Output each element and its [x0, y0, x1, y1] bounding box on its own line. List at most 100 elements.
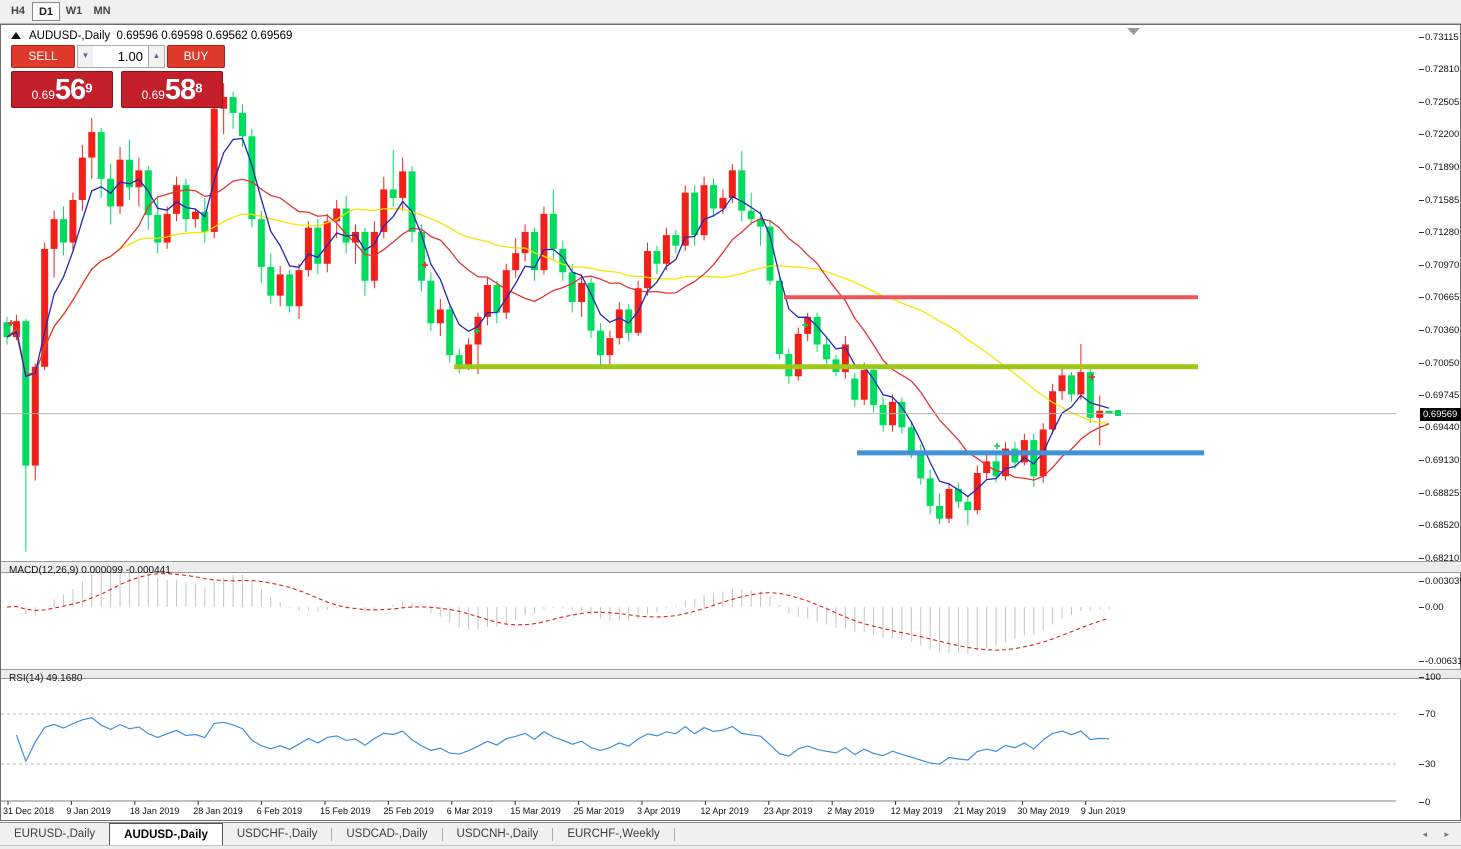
- candle-body: [211, 109, 218, 232]
- candle-body: [296, 270, 303, 306]
- candle-body: [748, 211, 755, 219]
- chart-tab-audusd[interactable]: AUDUSD-,Daily: [109, 823, 223, 846]
- candle-body: [550, 214, 557, 249]
- candle-body: [456, 355, 463, 365]
- candle-body: [597, 331, 604, 355]
- volume-decrease-icon[interactable]: ▼: [77, 45, 94, 68]
- date-axis-label: 6 Feb 2019: [257, 806, 303, 816]
- candle-body: [710, 185, 717, 208]
- date-axis-label: 31 Dec 2018: [3, 806, 54, 816]
- candle-body: [192, 212, 199, 219]
- price-axis-label: 0.71280: [1425, 227, 1459, 238]
- price-marker-icon: [1115, 410, 1121, 416]
- candle-body: [390, 189, 397, 197]
- chart-tab-eurusd[interactable]: EURUSD-,Daily: [0, 824, 109, 845]
- rsi-axis-label: 100: [1425, 672, 1441, 683]
- candle-body: [663, 235, 670, 264]
- candle-body: [164, 214, 171, 243]
- price-axis-label: 0.68210: [1425, 553, 1459, 564]
- candle-body: [823, 345, 830, 360]
- candle-body: [964, 502, 971, 510]
- candle-body: [653, 251, 660, 264]
- timeframe-button-h4[interactable]: H4: [4, 2, 32, 21]
- price-axis-label: 0.72505: [1425, 97, 1459, 108]
- candle-body: [606, 338, 613, 355]
- candle-body: [32, 367, 39, 466]
- one-click-trade-panel: SELL ▼ ▲ BUY 0.69569 0.69588: [11, 45, 225, 68]
- volume-input[interactable]: [93, 45, 149, 68]
- mt4-terminal: H4D1W1MN AUDUSD-,Daily 0.69596 0.69598 0…: [0, 0, 1461, 849]
- chart-window[interactable]: AUDUSD-,Daily 0.69596 0.69598 0.69562 0.…: [0, 24, 1461, 821]
- candle-body: [644, 251, 651, 288]
- candle-body: [399, 171, 406, 198]
- chart-canvas[interactable]: [1, 25, 1461, 820]
- candle-body: [1049, 391, 1056, 429]
- symbol-title: AUDUSD-,Daily: [29, 30, 110, 42]
- chart-tab-usdcad[interactable]: USDCAD-,Daily: [332, 824, 441, 845]
- price-axis-label: 0.69440: [1425, 422, 1459, 433]
- date-axis-label: 2 May 2019: [827, 806, 874, 816]
- rsi-splitter[interactable]: [1, 669, 1461, 679]
- date-axis-label: 23 Apr 2019: [764, 806, 813, 816]
- chart-tab-eurchf[interactable]: EURCHF-,Weekly: [553, 824, 673, 845]
- collapse-trade-panel-icon[interactable]: [11, 32, 21, 39]
- rsi-label: RSI(14) 49.1680: [9, 673, 82, 684]
- candle-body: [512, 253, 519, 270]
- buy-price-box[interactable]: 0.69588: [121, 71, 223, 108]
- date-axis-label: 25 Feb 2019: [383, 806, 434, 816]
- buy-button[interactable]: BUY: [167, 45, 225, 68]
- timeframe-button-d1[interactable]: D1: [32, 2, 60, 21]
- macd-axis-label: -0.006315: [1425, 656, 1461, 667]
- candle-body: [503, 270, 510, 312]
- rsi-line: [16, 718, 1109, 765]
- volume-increase-icon[interactable]: ▲: [148, 45, 165, 68]
- date-axis-label: 12 May 2019: [891, 806, 943, 816]
- date-axis-label: 28 Jan 2019: [193, 806, 243, 816]
- candle-body: [776, 281, 783, 354]
- tab-scroll-left-icon[interactable]: ◂: [1422, 829, 1427, 840]
- date-axis-label: 15 Mar 2019: [510, 806, 561, 816]
- candle-body: [908, 427, 915, 451]
- scroll-to-end-icon[interactable]: [1127, 28, 1140, 35]
- chart-tab-usdchf[interactable]: USDCHF-,Daily: [223, 824, 332, 845]
- macd-axis-label: 0.00: [1425, 602, 1444, 613]
- candle-body: [437, 309, 444, 323]
- candle-body: [1096, 411, 1103, 418]
- candle-body: [22, 321, 29, 465]
- candle-body: [418, 232, 425, 281]
- buy-price-main: 58: [165, 74, 195, 106]
- price-axis-label: 0.69745: [1425, 390, 1459, 401]
- chart-tab-usdcnh[interactable]: USDCNH-,Daily: [443, 824, 553, 845]
- date-axis-label: 18 Jan 2019: [130, 806, 180, 816]
- candle-body: [880, 405, 887, 425]
- price-axis-label: 0.72810: [1425, 64, 1459, 75]
- price-axis-label: 0.71890: [1425, 162, 1459, 173]
- candle-body: [267, 267, 274, 296]
- price-axis-label: 0.70970: [1425, 260, 1459, 271]
- candle-body: [1030, 440, 1037, 476]
- candle-body: [446, 309, 453, 355]
- status-strip: [0, 845, 1461, 849]
- sell-price-pip: 9: [85, 81, 92, 96]
- macd-splitter[interactable]: [1, 561, 1461, 573]
- sell-price-main: 56: [55, 74, 85, 106]
- tab-scroll-right-icon[interactable]: ▸: [1444, 829, 1449, 840]
- price-axis-label: 0.70665: [1425, 292, 1459, 303]
- candle-body: [314, 228, 321, 264]
- candle-body: [361, 232, 368, 281]
- timeframe-button-w1[interactable]: W1: [60, 2, 88, 21]
- timeframe-button-mn[interactable]: MN: [88, 2, 116, 21]
- candle-body: [277, 274, 284, 295]
- candle-body: [465, 345, 472, 365]
- sell-button[interactable]: SELL: [11, 45, 75, 68]
- bid-price-tag: 0.69569: [1420, 408, 1461, 421]
- sell-price-box[interactable]: 0.69569: [11, 71, 113, 108]
- date-axis-label: 15 Feb 2019: [320, 806, 371, 816]
- candle-body: [173, 185, 180, 214]
- price-axis-label: 0.73115: [1425, 32, 1459, 43]
- date-axis-label: 9 Jun 2019: [1081, 806, 1126, 816]
- timeframe-toolbar: H4D1W1MN: [0, 0, 1461, 24]
- quote-header: AUDUSD-,Daily 0.69596 0.69598 0.69562 0.…: [11, 30, 292, 42]
- macd-axis-label: 0.003035: [1425, 576, 1461, 587]
- macd-label: MACD(12,26,9) 0.000099 -0.000441: [9, 565, 171, 576]
